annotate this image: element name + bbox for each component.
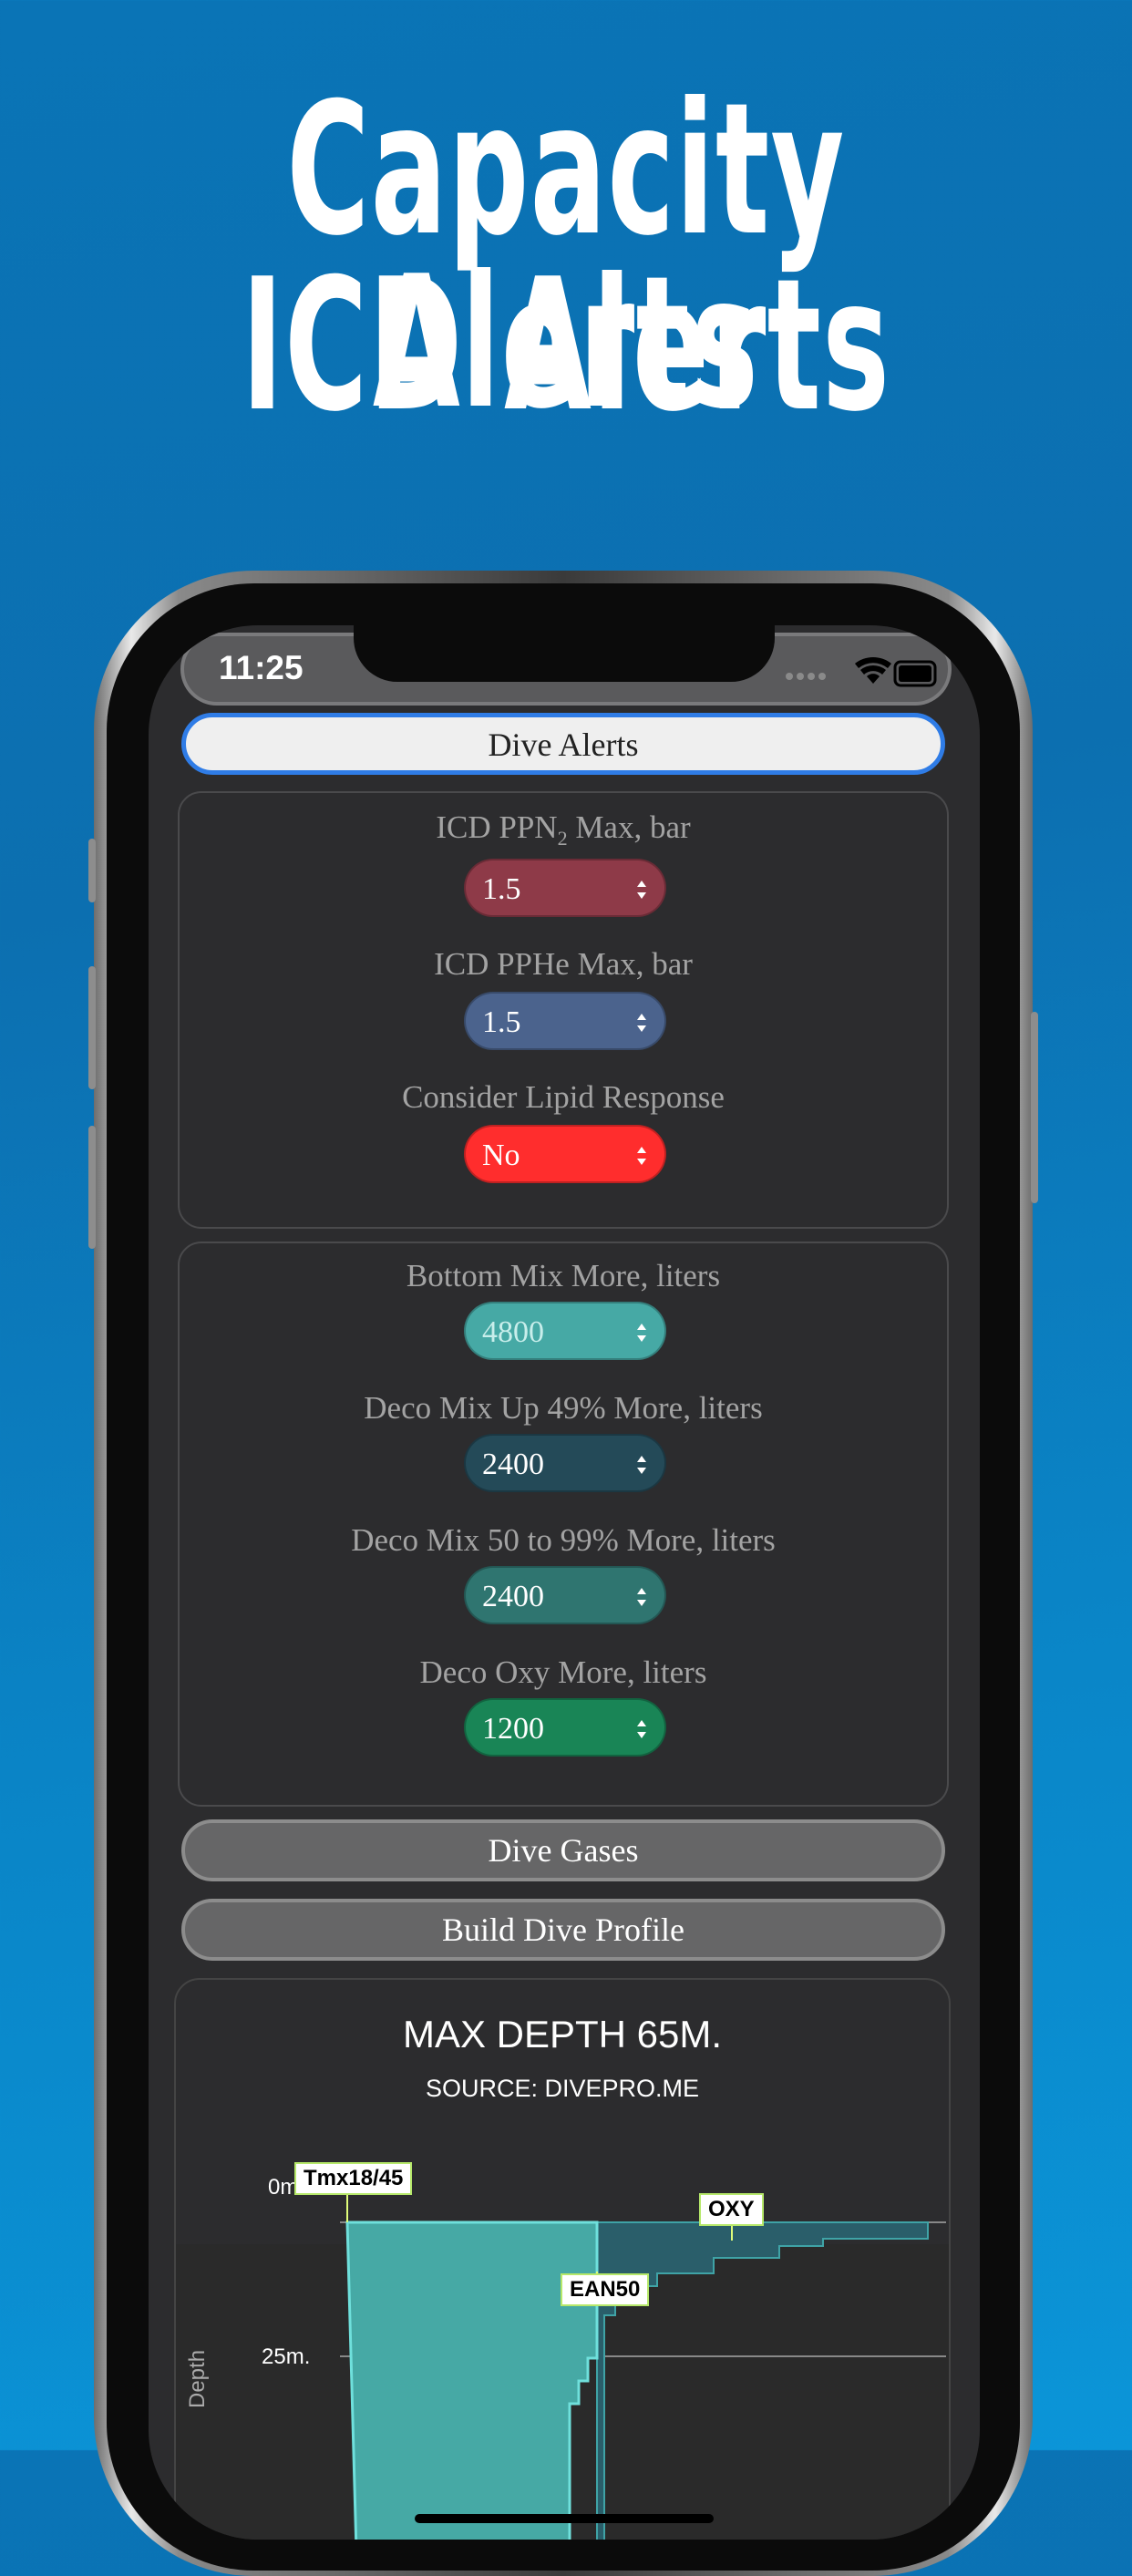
capacity-alerts-panel: Bottom Mix More, liters 4800 Deco Mix Up… [178, 1242, 949, 1807]
icd-alerts-panel: ICD PPN2 Max, bar 1.5 ICD PPHe Max, bar … [178, 791, 949, 1229]
signal-dots-icon [786, 673, 826, 680]
gas-label-tmx: Tmx18/45 [294, 2162, 413, 2195]
phone-volume-up [88, 966, 96, 1089]
dive-gases-button[interactable]: Dive Gases [181, 1819, 945, 1881]
lipid-response-value: No [482, 1139, 520, 1172]
headline-line-2: ICD Alerts [241, 240, 891, 452]
status-time: 11:25 [219, 649, 304, 686]
build-dive-profile-button[interactable]: Build Dive Profile [181, 1899, 945, 1961]
deco50-label: Deco Mix 50 to 99% More, liters [351, 1522, 776, 1558]
battery-icon [893, 660, 937, 687]
phone-screen: 11:25 Dive Alerts ICD PPN2 Max, bar 1.5 … [149, 625, 980, 2540]
phone-power-button [1031, 1012, 1038, 1203]
pphe-label: ICD PPHe Max, bar [434, 946, 693, 982]
bottom-mix-select[interactable]: 4800 [464, 1302, 666, 1360]
dive-profile-svg [176, 2191, 949, 2540]
pphe-max-value: 1.5 [482, 1005, 521, 1039]
gas-label-ean50: EAN50 [561, 2273, 650, 2306]
dive-alerts-button[interactable]: Dive Alerts [181, 713, 945, 775]
y-axis-label: Depth [185, 2349, 210, 2408]
select-arrows-icon [637, 1147, 646, 1165]
select-arrows-icon [637, 1014, 646, 1032]
bottom-mix-label: Bottom Mix More, liters [406, 1258, 721, 1293]
lipid-response-select[interactable]: No [464, 1125, 666, 1183]
select-arrows-icon [637, 881, 646, 899]
y-tick-25m: 25m. [262, 2344, 311, 2369]
phone-mute-switch [88, 839, 96, 902]
select-arrows-icon [637, 1324, 646, 1342]
select-arrows-icon [637, 1588, 646, 1606]
ppn2-max-value: 1.5 [482, 872, 521, 906]
deco-oxy-label: Deco Oxy More, liters [419, 1654, 707, 1690]
deco-oxy-value: 1200 [482, 1712, 544, 1746]
deco50-value: 2400 [482, 1580, 544, 1613]
deco50-select[interactable]: 2400 [464, 1566, 666, 1624]
select-arrows-icon [637, 1456, 646, 1474]
dive-profile-chart: MAX DEPTH 65M. SOURCE: DIVEPRO.ME 0m. 25… [174, 1978, 951, 2540]
bottom-mix-value: 4800 [482, 1315, 544, 1349]
bottom-phase-area [345, 2221, 599, 2540]
phone-volume-down [88, 1126, 96, 1249]
deco-oxy-select[interactable]: 1200 [464, 1698, 666, 1757]
deco49-select[interactable]: 2400 [464, 1434, 666, 1492]
status-icons [784, 656, 939, 693]
wifi-icon [855, 656, 891, 684]
pphe-max-select[interactable]: 1.5 [464, 992, 666, 1050]
lipid-label: Consider Lipid Response [402, 1079, 725, 1115]
select-arrows-icon [637, 1720, 646, 1738]
home-indicator[interactable] [415, 2514, 714, 2523]
deco49-label: Deco Mix Up 49% More, liters [364, 1390, 763, 1426]
ppn2-label: ICD PPN2 Max, bar [436, 809, 691, 850]
ppn2-max-select[interactable]: 1.5 [464, 859, 666, 917]
deco49-value: 2400 [482, 1448, 544, 1481]
phone-notch [354, 625, 775, 682]
gas-label-oxy: OXY [699, 2193, 764, 2226]
